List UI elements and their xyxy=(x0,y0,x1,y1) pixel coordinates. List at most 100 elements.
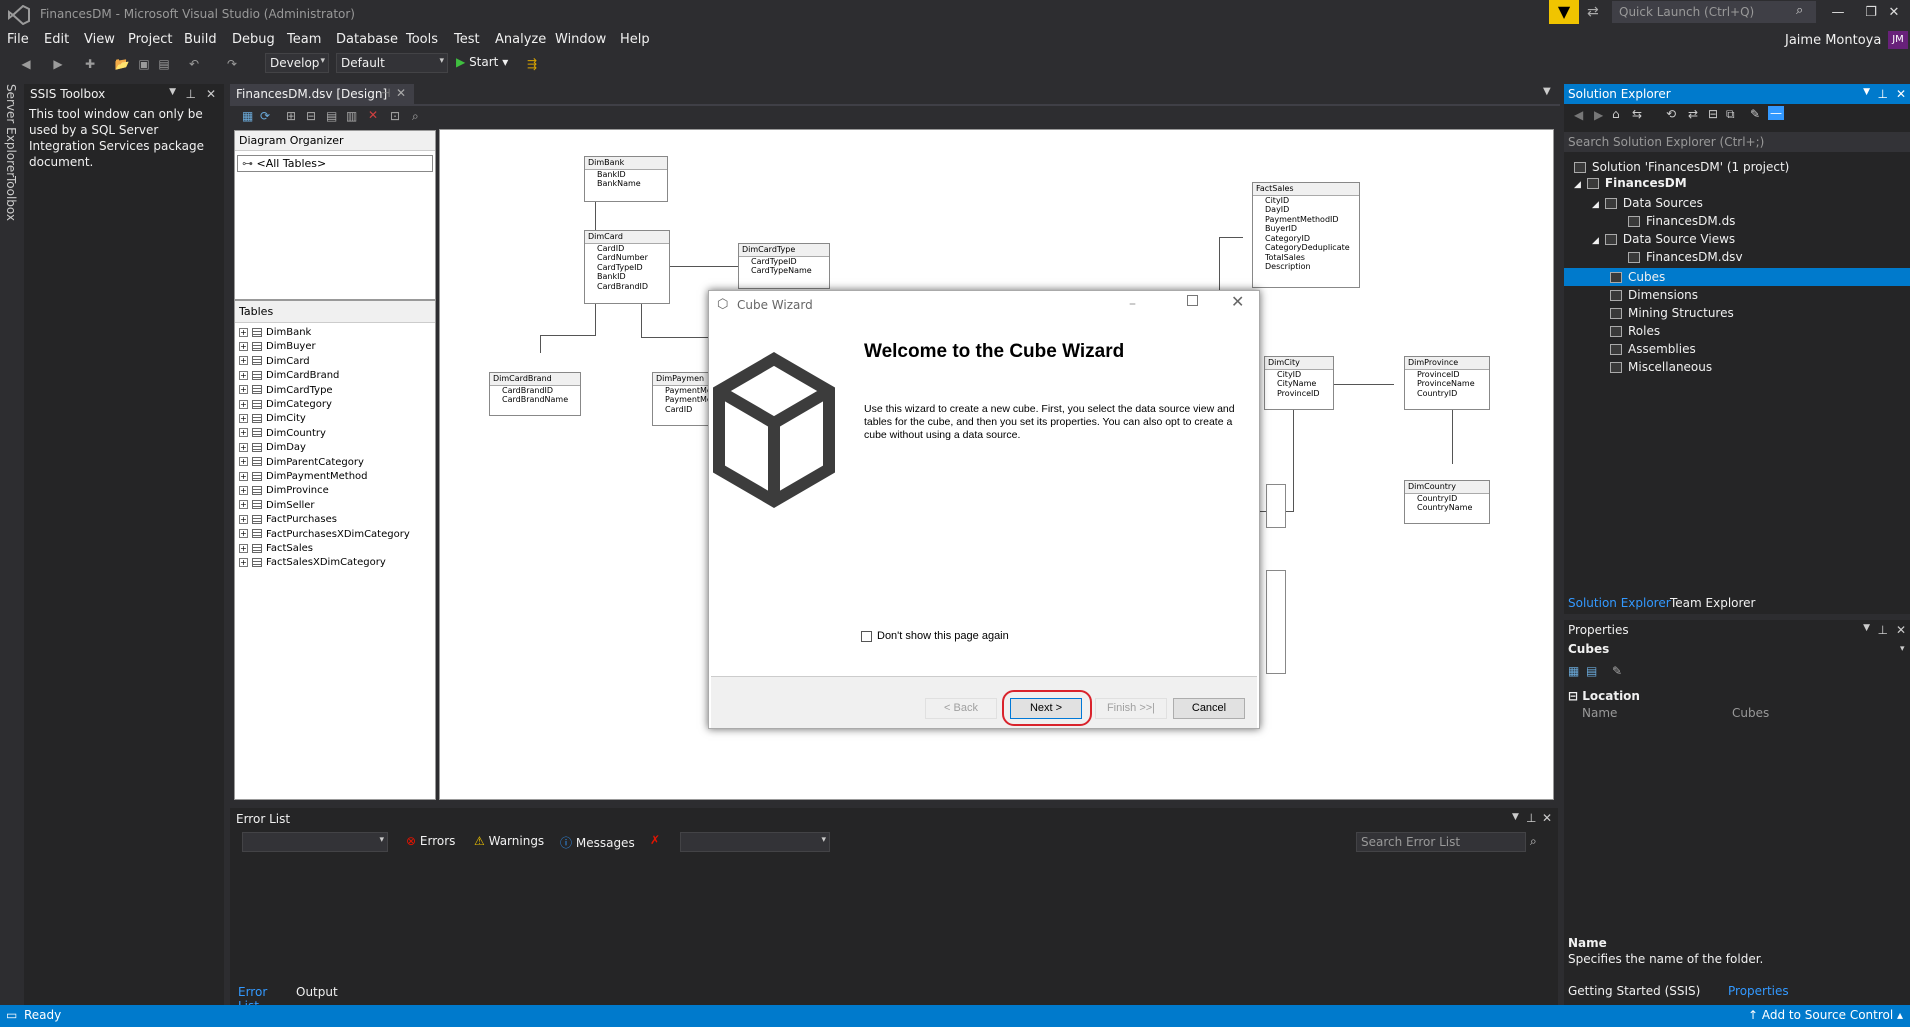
switch-views-icon[interactable]: ⇆ xyxy=(1632,107,1642,121)
add-table-icon[interactable]: ▦ xyxy=(242,109,253,123)
tree-dimensions[interactable]: Dimensions xyxy=(1610,288,1698,302)
tree-miscellaneous[interactable]: Miscellaneous xyxy=(1610,360,1712,374)
pending-changes-icon[interactable]: ⟲ xyxy=(1666,107,1676,121)
home-icon[interactable]: ⌂ xyxy=(1612,107,1620,121)
clear-filter-icon[interactable]: ✗ xyxy=(650,833,660,847)
messages-filter-button[interactable]: ⓘ Messages xyxy=(560,834,635,851)
expand-icon[interactable]: + xyxy=(239,341,248,351)
close-icon[interactable]: ✕ xyxy=(1542,811,1552,825)
search-icon[interactable]: ⌕ xyxy=(1530,834,1537,849)
cancel-button[interactable]: Cancel xyxy=(1173,698,1245,719)
back-icon[interactable]: ◀ xyxy=(1574,108,1583,122)
feedback-icon[interactable]: ⇄ xyxy=(1587,4,1599,20)
table-list-item[interactable]: + DimCard xyxy=(239,356,310,370)
deploy-icon[interactable]: ⇶ xyxy=(524,56,540,72)
open-file-icon[interactable]: 📂 xyxy=(114,56,130,72)
named-calc-icon[interactable]: ▤ xyxy=(326,109,337,123)
preview-icon[interactable]: — xyxy=(1768,106,1784,120)
entity-partial[interactable] xyxy=(1266,484,1286,528)
table-list-item[interactable]: + DimBank xyxy=(239,327,311,341)
menu-tools[interactable]: Tools xyxy=(406,32,438,47)
start-button[interactable]: ▶ Start ▾ xyxy=(456,55,508,69)
expand-icon[interactable]: + xyxy=(239,500,248,510)
undo-icon[interactable]: ↶ xyxy=(186,56,202,72)
table-list-item[interactable]: + DimPaymentMethod xyxy=(239,471,368,485)
close-icon[interactable]: ✕ xyxy=(1896,87,1906,101)
show-all-files-icon[interactable]: ⧉ xyxy=(1726,107,1735,122)
entity-factsales[interactable]: FactSales CityID DayID PaymentMethodID Buyer… xyxy=(1252,182,1360,288)
entity-dimcardtype[interactable]: DimCardType CardTypeID CardTypeName xyxy=(738,243,830,289)
categorized-icon[interactable]: ▦ xyxy=(1568,664,1579,678)
menu-test[interactable]: Test xyxy=(454,32,480,47)
expand-icon[interactable]: + xyxy=(239,385,248,395)
expand-icon[interactable]: + xyxy=(239,327,248,337)
arrange-icon[interactable]: ▥ xyxy=(346,109,357,123)
table-list-item[interactable]: + FactSales xyxy=(239,543,313,557)
avatar[interactable]: JM xyxy=(1888,31,1908,49)
menu-edit[interactable]: Edit xyxy=(44,32,69,47)
expand-icon[interactable]: + xyxy=(239,514,248,524)
dropdown-icon[interactable]: ▼ xyxy=(1863,623,1870,633)
menu-help[interactable]: Help xyxy=(620,32,650,47)
new-project-icon[interactable]: ✚ xyxy=(82,56,98,72)
errors-filter-button[interactable]: ⊗ Errors xyxy=(406,834,455,848)
entity-dimbank[interactable]: DimBank BankID BankName xyxy=(584,156,668,202)
expand-icon[interactable]: + xyxy=(239,356,248,366)
sync-icon[interactable]: ⇄ xyxy=(1688,107,1698,121)
redo-icon[interactable]: ↷ xyxy=(224,56,240,72)
source-control-button[interactable]: ↑ Add to Source Control ▴ xyxy=(1748,1008,1903,1022)
menu-team[interactable]: Team xyxy=(287,32,321,47)
expand-icon[interactable]: + xyxy=(239,543,248,553)
menu-view[interactable]: View xyxy=(84,32,115,47)
table-list-item[interactable]: + DimCardBrand xyxy=(239,370,339,384)
menu-file[interactable]: File xyxy=(7,32,29,47)
error-search-input[interactable]: Search Error List xyxy=(1356,832,1526,852)
error-scope-select[interactable]: ▾ xyxy=(242,832,388,852)
entity-dimprovince[interactable]: DimProvince ProvinceID ProvinceName Country… xyxy=(1404,356,1490,410)
minimize-button[interactable]: — xyxy=(1822,2,1854,24)
dropdown-icon[interactable]: ▼ xyxy=(1512,812,1519,822)
close-icon[interactable]: ✕ xyxy=(1231,292,1244,311)
maximize-icon[interactable] xyxy=(1187,295,1198,306)
back-nav-icon[interactable]: ◀ xyxy=(18,56,34,72)
minimize-icon[interactable]: – xyxy=(1129,296,1136,312)
menu-window[interactable]: Window xyxy=(555,32,606,47)
expand-icon[interactable]: + xyxy=(239,485,248,495)
pin-icon[interactable]: ⊥ xyxy=(186,87,196,101)
document-dropdown-icon[interactable]: ▼ xyxy=(1543,86,1551,97)
table-list-item[interactable]: + FactSalesXDimCategory xyxy=(239,557,386,571)
property-name-value[interactable]: Cubes xyxy=(1732,706,1769,720)
pin-icon[interactable]: ⊥ xyxy=(1878,623,1888,637)
collapse-all-icon[interactable]: ⊟ xyxy=(1708,107,1718,121)
solution-search-input[interactable]: Search Solution Explorer (Ctrl+;) xyxy=(1564,132,1910,152)
properties-icon[interactable]: ✎ xyxy=(1750,107,1760,121)
save-all-icon[interactable]: ▤ xyxy=(156,56,172,72)
tree-data-sources[interactable]: ◢ Data Sources xyxy=(1592,196,1703,210)
menu-database[interactable]: Database xyxy=(336,32,398,47)
menu-analyze[interactable]: Analyze xyxy=(495,32,546,47)
save-icon[interactable]: ▣ xyxy=(136,56,152,72)
table-list-item[interactable]: + DimBuyer xyxy=(239,341,316,355)
property-pages-icon[interactable]: ✎ xyxy=(1612,664,1622,678)
expand-icon[interactable]: ◢ xyxy=(1574,180,1581,190)
table-list-item[interactable]: + FactPurchases xyxy=(239,514,337,528)
tree-solution[interactable]: Solution 'FinancesDM' (1 project) xyxy=(1574,160,1789,174)
delete-icon[interactable]: ✕ xyxy=(368,108,378,122)
tree-dsv-file[interactable]: FinancesDM.dsv xyxy=(1628,250,1743,264)
dropdown-icon[interactable]: ▼ xyxy=(169,87,176,97)
entity-dimpaymentmethod[interactable]: DimPaymen PaymentMe PaymentMe CardID xyxy=(652,372,712,426)
entity-dimcity[interactable]: DimCity CityID CityName ProvinceID xyxy=(1264,356,1334,410)
table-list-item[interactable]: + DimDay xyxy=(239,442,306,456)
property-category[interactable]: ⊟ Location xyxy=(1568,689,1640,703)
warnings-filter-button[interactable]: ⚠ Warnings xyxy=(474,834,544,848)
tree-roles[interactable]: Roles xyxy=(1610,324,1660,338)
dont-show-again-checkbox[interactable]: Don't show this page again xyxy=(861,630,1009,642)
expand-icon[interactable]: + xyxy=(239,442,248,452)
menu-project[interactable]: Project xyxy=(128,32,172,47)
user-name[interactable]: Jaime Montoya xyxy=(1785,33,1881,48)
build-intellisense-select[interactable]: ▾ xyxy=(680,832,830,852)
tab-solution-explorer[interactable]: Solution Explorer xyxy=(1568,596,1671,610)
forward-nav-icon[interactable]: ▶ xyxy=(50,56,66,72)
table-list-item[interactable]: + DimParentCategory xyxy=(239,457,364,471)
close-icon[interactable]: ✕ xyxy=(1896,623,1906,637)
